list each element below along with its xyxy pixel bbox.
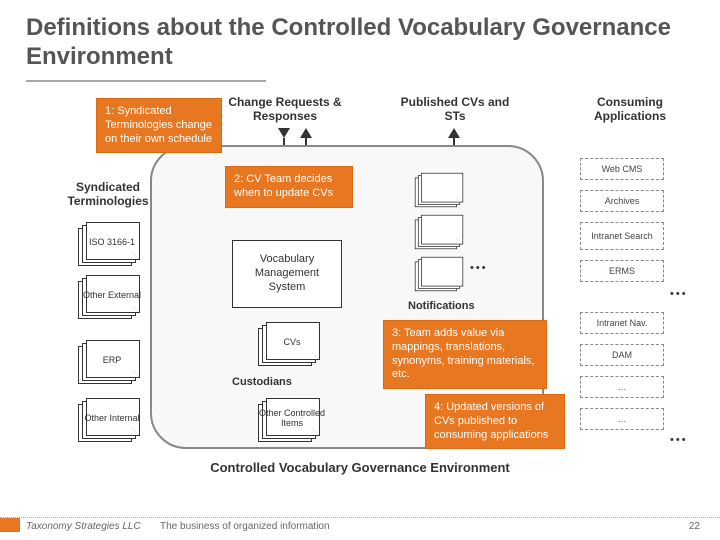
header-syndicated: Syndicated Terminologies <box>58 180 158 209</box>
callout-3: 3: Team adds value via mappings, transla… <box>383 320 547 389</box>
doc-published-2 <box>415 215 463 249</box>
doc-cvs: CVs <box>258 322 320 366</box>
doc-other-internal: Other Internal <box>78 398 140 442</box>
app-webcms: Web CMS <box>580 158 664 180</box>
footer-accent <box>0 518 20 532</box>
arrow-up-change <box>300 128 312 138</box>
dots-published: ••• <box>470 262 488 274</box>
footer-divider <box>0 517 720 518</box>
app-intranet-nav: Intranet Nav. <box>580 312 664 334</box>
header-consuming: Consuming Applications <box>580 95 680 124</box>
app-archives: Archives <box>580 190 664 212</box>
arrow-up-published <box>448 128 460 138</box>
doc-other-external: Other External <box>78 275 140 319</box>
callout-2: 2: CV Team decides when to update CVs <box>225 166 353 208</box>
app-dam: DAM <box>580 344 664 366</box>
footer-company: Taxonomy Strategies LLC <box>26 521 141 532</box>
doc-erp: ERP <box>78 340 140 384</box>
doc-other-controlled: Other Controlled Items <box>258 398 320 442</box>
doc-iso: ISO 3166-1 <box>78 222 140 266</box>
app-erms: ERMS <box>580 260 664 282</box>
slide-title: Definitions about the Controlled Vocabul… <box>26 14 720 72</box>
vms-box: Vocabulary Management System <box>232 240 342 308</box>
label-notifications: Notifications <box>408 300 475 312</box>
header-change-requests: Change Requests & Responses <box>225 95 345 124</box>
title-underline <box>26 80 266 82</box>
footer-tagline: The business of organized information <box>160 521 330 532</box>
header-published: Published CVs and STs <box>400 95 510 124</box>
callout-4: 4: Updated versions of CVs published to … <box>425 394 565 449</box>
label-custodians: Custodians <box>232 376 292 388</box>
app-intranet-search: Intranet Search <box>580 222 664 250</box>
page-number: 22 <box>689 521 700 532</box>
app-more1: … <box>580 376 664 398</box>
doc-published-1 <box>415 173 463 207</box>
doc-published-3 <box>415 257 463 291</box>
dots-apps-1: ••• <box>670 288 688 300</box>
dots-apps-2: ••• <box>670 434 688 446</box>
environment-caption: Controlled Vocabulary Governance Environ… <box>0 460 720 476</box>
app-more2: … <box>580 408 664 430</box>
callout-1: 1: Syndicated Terminologies change on th… <box>96 98 222 153</box>
arrow-down-change <box>278 128 290 138</box>
